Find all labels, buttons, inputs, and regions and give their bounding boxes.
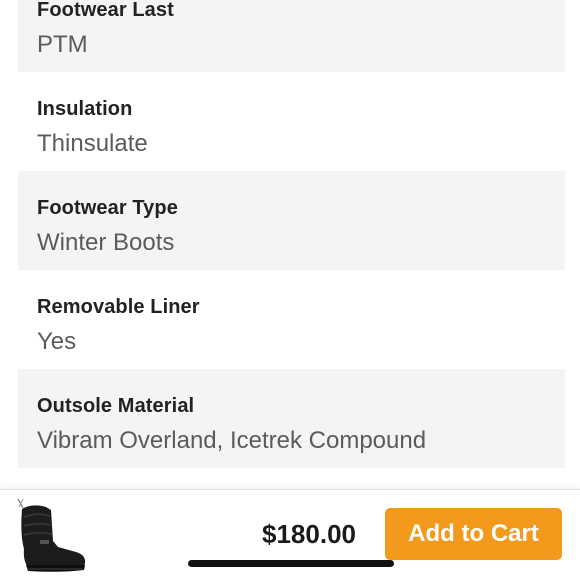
spec-label: Outsole Material <box>37 395 195 417</box>
spec-value: Vibram Overland, Icetrek Compound <box>37 427 427 454</box>
winter-boot-icon <box>17 498 86 572</box>
spec-value: Yes <box>37 328 77 355</box>
home-indicator-bar[interactable] <box>188 560 394 567</box>
product-price: $180.00 <box>262 519 356 549</box>
spec-row-insulation: Insulation Thinsulate <box>18 72 565 171</box>
product-specs-list: Footwear Last PTM Insulation Thinsulate … <box>0 0 580 468</box>
spec-row-footwear-last: Footwear Last PTM <box>18 0 565 72</box>
spec-row-footwear-type: Footwear Type Winter Boots <box>18 171 565 270</box>
product-thumbnail[interactable] <box>10 495 92 575</box>
spec-row-removable-liner: Removable Liner Yes <box>18 270 565 369</box>
product-details-page: Footwear Last PTM Insulation Thinsulate … <box>0 0 580 580</box>
spec-row-outsole-material: Outsole Material Vibram Overland, Icetre… <box>18 369 565 468</box>
spec-label: Footwear Last <box>37 0 174 21</box>
spec-label: Removable Liner <box>37 296 200 318</box>
spec-value: Winter Boots <box>37 229 175 256</box>
spec-label: Footwear Type <box>37 197 178 219</box>
spec-value: Thinsulate <box>37 130 148 157</box>
spec-label: Insulation <box>37 98 133 120</box>
spec-value: PTM <box>37 31 88 58</box>
add-to-cart-button[interactable]: Add to Cart <box>385 508 562 560</box>
